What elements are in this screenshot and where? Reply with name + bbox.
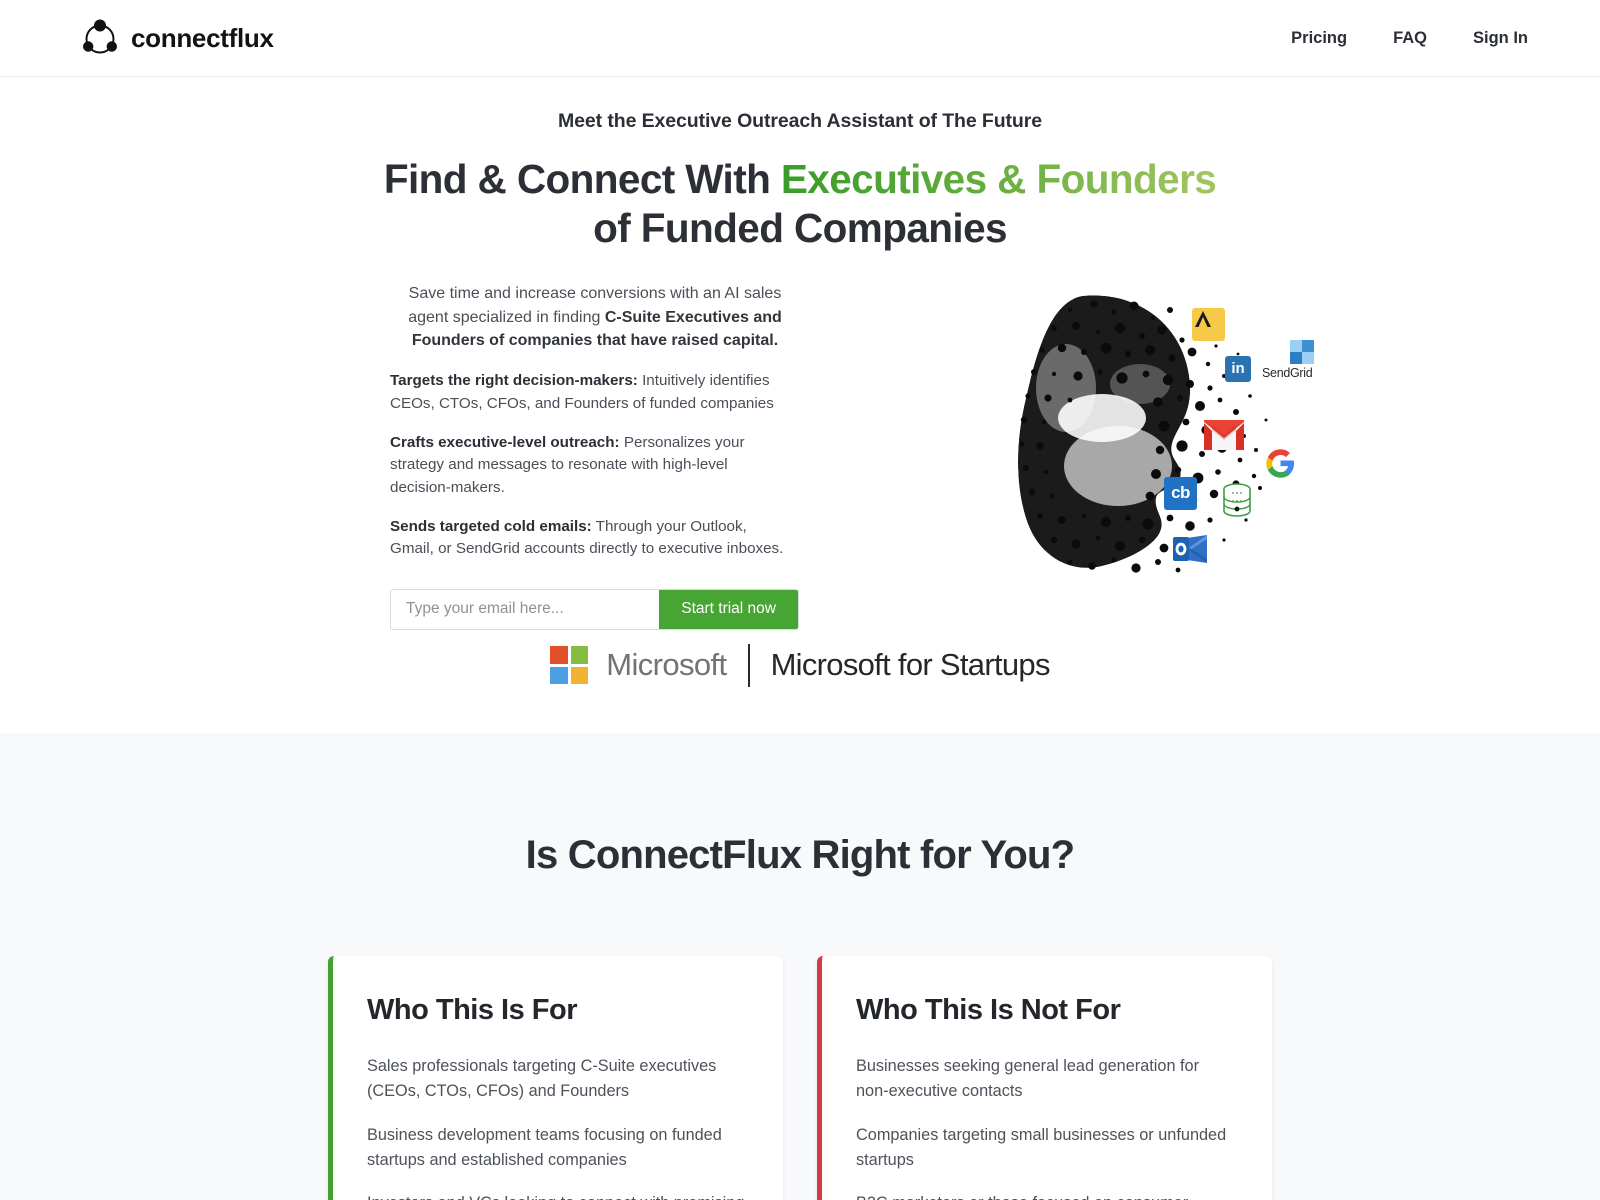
fit-cards: Who This Is For Sales professionals targ…: [0, 956, 1600, 1200]
microsoft-wordmark: Microsoft: [606, 647, 727, 683]
who-this-is-not-for-title: Who This Is Not For: [856, 994, 1121, 1026]
partner-divider: [747, 643, 750, 687]
hero-feature-3-label: Sends targeted cold emails:: [390, 518, 592, 536]
google-icon: [1265, 448, 1296, 479]
page-title: Find & Connect With Executives & Founder…: [0, 155, 1600, 254]
fit-section-title: Is ConnectFlux Right for You?: [525, 833, 1075, 877]
hero-title-highlight: Executives & Founders: [780, 156, 1217, 202]
crunchbase-icon: cb: [1164, 476, 1197, 510]
list-item: Sales professionals targeting C-Suite ex…: [367, 1057, 717, 1101]
hero-feature-1: Targets the right decision-makers: Intui…: [390, 370, 790, 415]
list-item: Companies targeting small businesses or …: [856, 1125, 1227, 1169]
hero-eyebrow: Meet the Executive Outreach Assistant of…: [558, 110, 1042, 132]
sendgrid-label: SendGrid: [1262, 365, 1313, 380]
microsoft-for-startups-badge: Microsoft Microsoft for Startups: [0, 630, 1600, 687]
hero-artwork-column: in SendGrid cb: [800, 282, 1520, 630]
microsoft-for-startups-label: Microsoft for Startups: [770, 647, 1051, 683]
outlook-icon: [1173, 533, 1209, 565]
hero-body: Save time and increase conversions with …: [0, 282, 1600, 630]
particle-face-svg: [1018, 295, 1268, 573]
nav-link-signin[interactable]: Sign In: [1473, 29, 1528, 48]
trial-signup-form: Start trial now: [390, 588, 799, 630]
apollo-icon: [1192, 307, 1225, 341]
list-item: Investors and VCs looking to connect wit…: [367, 1191, 747, 1200]
gmail-icon: [1204, 419, 1244, 451]
sendgrid-icon: SendGrid: [1262, 339, 1324, 387]
brand-name: connectflux: [131, 22, 274, 53]
nav-links: Pricing FAQ Sign In: [1291, 29, 1528, 48]
top-navigation-bar: connectflux Pricing FAQ Sign In: [0, 0, 1600, 77]
connected-nodes-icon: [80, 18, 120, 58]
ai-face-particles-illustration: in SendGrid cb: [1010, 288, 1314, 578]
who-this-is-for-card: Who This Is For Sales professionals targ…: [328, 956, 783, 1200]
who-this-is-for-title: Who This Is For: [367, 994, 578, 1026]
microsoft-logo-icon: [550, 646, 589, 685]
hero-copy-column: Save time and increase conversions with …: [80, 282, 800, 630]
list-item: Businesses seeking general lead generati…: [856, 1057, 1200, 1101]
hero-feature-1-label: Targets the right decision-makers:: [390, 372, 638, 390]
database-icon: [1222, 483, 1252, 517]
brand-logo-link[interactable]: connectflux: [80, 18, 274, 58]
start-trial-button[interactable]: Start trial now: [659, 589, 798, 629]
hero-lede: Save time and increase conversions with …: [395, 282, 795, 353]
hero-feature-2-label: Crafts executive-level outreach:: [390, 433, 620, 451]
nav-link-faq[interactable]: FAQ: [1393, 29, 1427, 48]
fit-section: Is ConnectFlux Right for You? Who This I…: [0, 733, 1600, 1200]
linkedin-icon: in: [1225, 355, 1251, 382]
list-item: Business development teams focusing on f…: [367, 1125, 722, 1169]
hero-title-part1: Find & Connect With: [383, 156, 781, 202]
hero-feature-3: Sends targeted cold emails: Through your…: [390, 516, 790, 561]
hero-section: Meet the Executive Outreach Assistant of…: [0, 77, 1600, 733]
list-item: B2C marketers or those focused on consum…: [856, 1191, 1236, 1200]
nav-link-pricing[interactable]: Pricing: [1291, 29, 1347, 48]
who-this-is-not-for-card: Who This Is Not For Businesses seeking g…: [817, 956, 1272, 1200]
face-core: [1018, 295, 1191, 568]
email-input[interactable]: [391, 589, 660, 629]
hero-title-part2: of Funded Companies: [593, 205, 1007, 252]
hero-feature-2: Crafts executive-level outreach: Persona…: [390, 432, 790, 499]
